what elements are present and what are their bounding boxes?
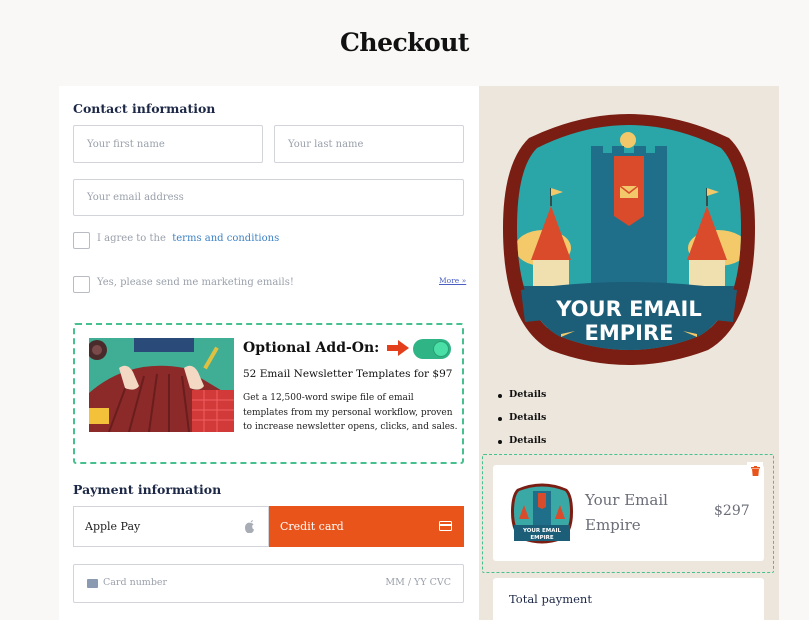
card-number-placeholder: Card number (103, 577, 168, 588)
credit-card-label: Credit card (280, 520, 344, 533)
product-badge-image: YOUR EMAIL EMPIRE (503, 108, 755, 370)
addon-description: Get a 12,500-word swipe file of email te… (243, 393, 458, 432)
addon-image (89, 338, 234, 432)
first-name-input[interactable]: Your first name (73, 125, 263, 163)
more-link[interactable]: More » (439, 276, 466, 285)
credit-card-icon (439, 521, 452, 531)
product-price: $297 (714, 503, 750, 519)
details-item: Details (497, 412, 547, 423)
addon-subtitle: 52 Email Newsletter Templates for $97 (243, 368, 453, 380)
apple-pay-label: Apple Pay (85, 520, 141, 533)
details-item: Details (497, 389, 547, 400)
details-item: Details (497, 435, 547, 446)
terms-link[interactable]: terms and conditions (172, 233, 279, 244)
terms-label: I agree to the terms and conditions (97, 233, 279, 244)
payment-section-title: Payment information (73, 482, 222, 497)
apple-icon (245, 520, 256, 534)
card-icon (87, 579, 98, 588)
card-number-input[interactable]: Card number MM / YY CVC (73, 564, 464, 603)
marketing-label: Yes, please send me marketing emails! (97, 277, 294, 288)
badge-line1: YOUR EMAIL (555, 297, 702, 321)
thumb-line2: EMPIRE (530, 535, 554, 541)
product-name: Your Email Empire (585, 491, 668, 534)
last-name-placeholder: Your last name (288, 138, 364, 150)
credit-card-button[interactable]: Credit card (269, 506, 464, 547)
terms-prefix: I agree to the (97, 233, 166, 244)
expiry-cvc-placeholder: MM / YY CVC (385, 577, 451, 588)
contact-section-title: Contact information (73, 101, 216, 116)
email-input[interactable]: Your email address (73, 179, 464, 216)
last-name-input[interactable]: Your last name (274, 125, 464, 163)
arrow-right-icon (387, 340, 409, 356)
page-title: Checkout (340, 28, 469, 57)
badge-line2: EMPIRE (585, 321, 674, 345)
addon-toggle[interactable] (413, 339, 451, 359)
trash-icon[interactable] (747, 462, 763, 479)
terms-checkbox[interactable] (73, 232, 90, 249)
addon-box: Optional Add-On: 52 Email Newsletter Tem… (73, 323, 464, 464)
product-thumbnail: YOUR EMAIL EMPIRE (511, 481, 573, 544)
apple-pay-button[interactable]: Apple Pay (73, 506, 269, 547)
email-placeholder: Your email address (87, 192, 184, 203)
thumb-line1: YOUR EMAIL (522, 528, 562, 534)
total-payment-label: Total payment (509, 592, 592, 606)
first-name-placeholder: Your first name (87, 138, 165, 150)
toggle-knob (433, 341, 449, 357)
marketing-checkbox[interactable] (73, 276, 90, 293)
addon-title: Optional Add-On: (243, 340, 380, 356)
